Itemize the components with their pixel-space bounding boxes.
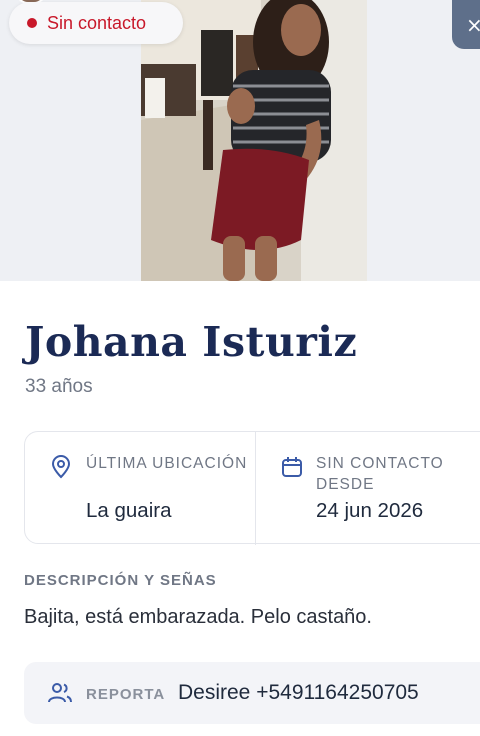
status-dot bbox=[27, 18, 37, 28]
reporter-contact[interactable]: Desiree +5491164250705 bbox=[178, 681, 419, 705]
close-icon: × bbox=[466, 12, 480, 37]
missing-person-card: Sin contacto × Johana Isturiz 33 años Úl… bbox=[0, 0, 480, 736]
info-card: Última ubicación La guaira Sin contacto … bbox=[24, 431, 480, 545]
photo-area: Sin contacto × bbox=[0, 0, 480, 281]
no-contact-since-value: 24 jun 2026 bbox=[316, 499, 424, 522]
status-label: Sin contacto bbox=[47, 12, 147, 33]
person-name: Johana Isturiz bbox=[25, 318, 358, 366]
last-location-section: Última ubicación La guaira bbox=[25, 432, 255, 545]
person-photo[interactable] bbox=[141, 0, 367, 281]
map-pin-icon bbox=[50, 455, 72, 483]
users-icon bbox=[47, 681, 73, 709]
description-text: Bajita, está embarazada. Pelo castaño. bbox=[24, 606, 372, 628]
status-badge: Sin contacto bbox=[9, 2, 183, 44]
calendar-icon bbox=[280, 455, 304, 483]
reporter-label: Reporta bbox=[86, 686, 166, 703]
no-contact-since-label: Sin contacto desde bbox=[316, 455, 444, 493]
last-location-value: La guaira bbox=[86, 499, 172, 522]
no-contact-since-section: Sin contacto desde 24 jun 2026 bbox=[256, 432, 480, 545]
person-age: 33 años bbox=[25, 376, 93, 397]
last-location-label: Última ubicación bbox=[86, 455, 248, 472]
reporter-card[interactable]: Reporta Desiree +5491164250705 bbox=[24, 662, 480, 724]
description-heading: Descripción y señas bbox=[24, 572, 217, 589]
close-button[interactable]: × bbox=[452, 0, 480, 49]
